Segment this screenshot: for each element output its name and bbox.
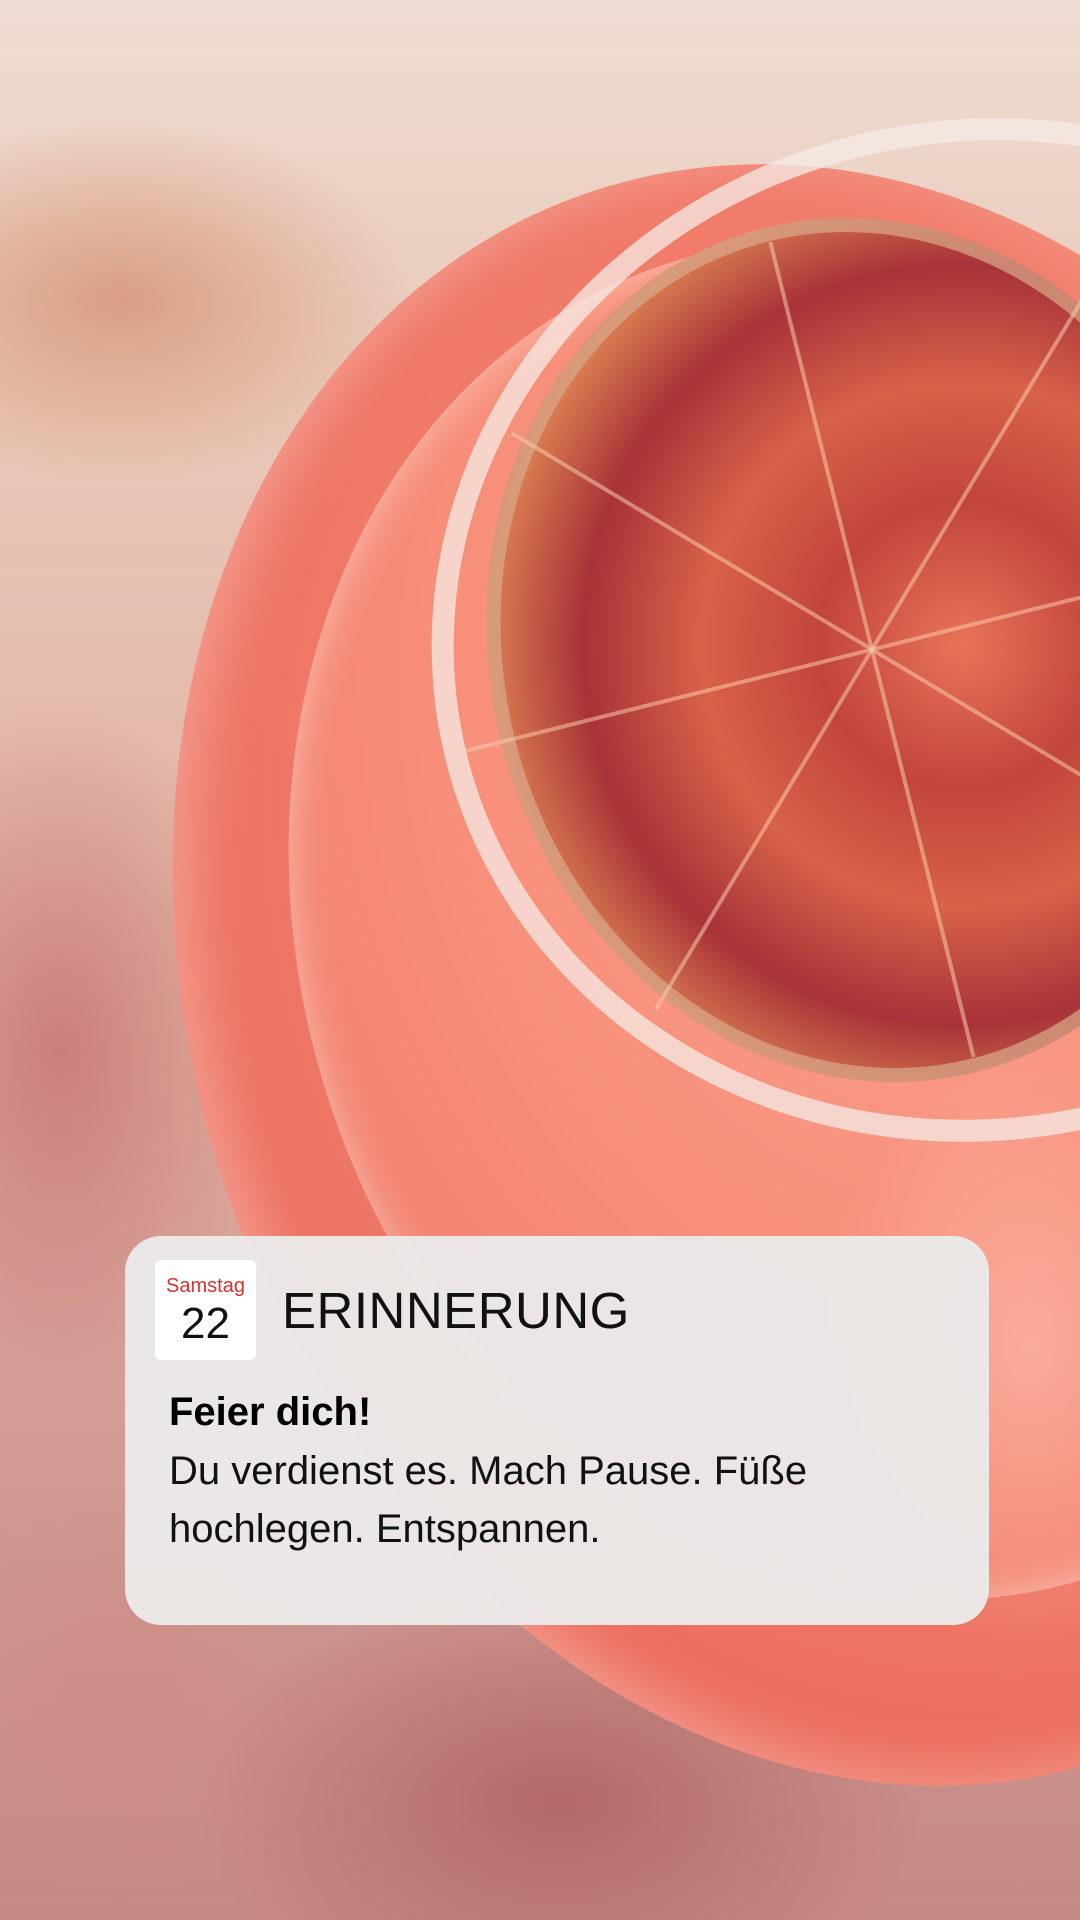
reminder-notification[interactable]: Samstag 22 ERINNERUNG Feier dich! Du ver… bbox=[125, 1236, 989, 1625]
calendar-weekday: Samstag bbox=[166, 1275, 245, 1297]
background-photo bbox=[0, 0, 1080, 1920]
notification-body: Du verdienst es. Mach Pause. Füße hochle… bbox=[169, 1449, 808, 1551]
notification-title: Feier dich! bbox=[169, 1390, 372, 1434]
notification-app-name: ERINNERUNG bbox=[282, 1281, 630, 1339]
notification-header: Samstag 22 ERINNERUNG bbox=[155, 1260, 959, 1360]
calendar-day-number: 22 bbox=[181, 1299, 230, 1348]
notification-content: Feier dich! Du verdienst es. Mach Pause.… bbox=[155, 1388, 959, 1558]
calendar-icon: Samstag 22 bbox=[155, 1260, 256, 1360]
